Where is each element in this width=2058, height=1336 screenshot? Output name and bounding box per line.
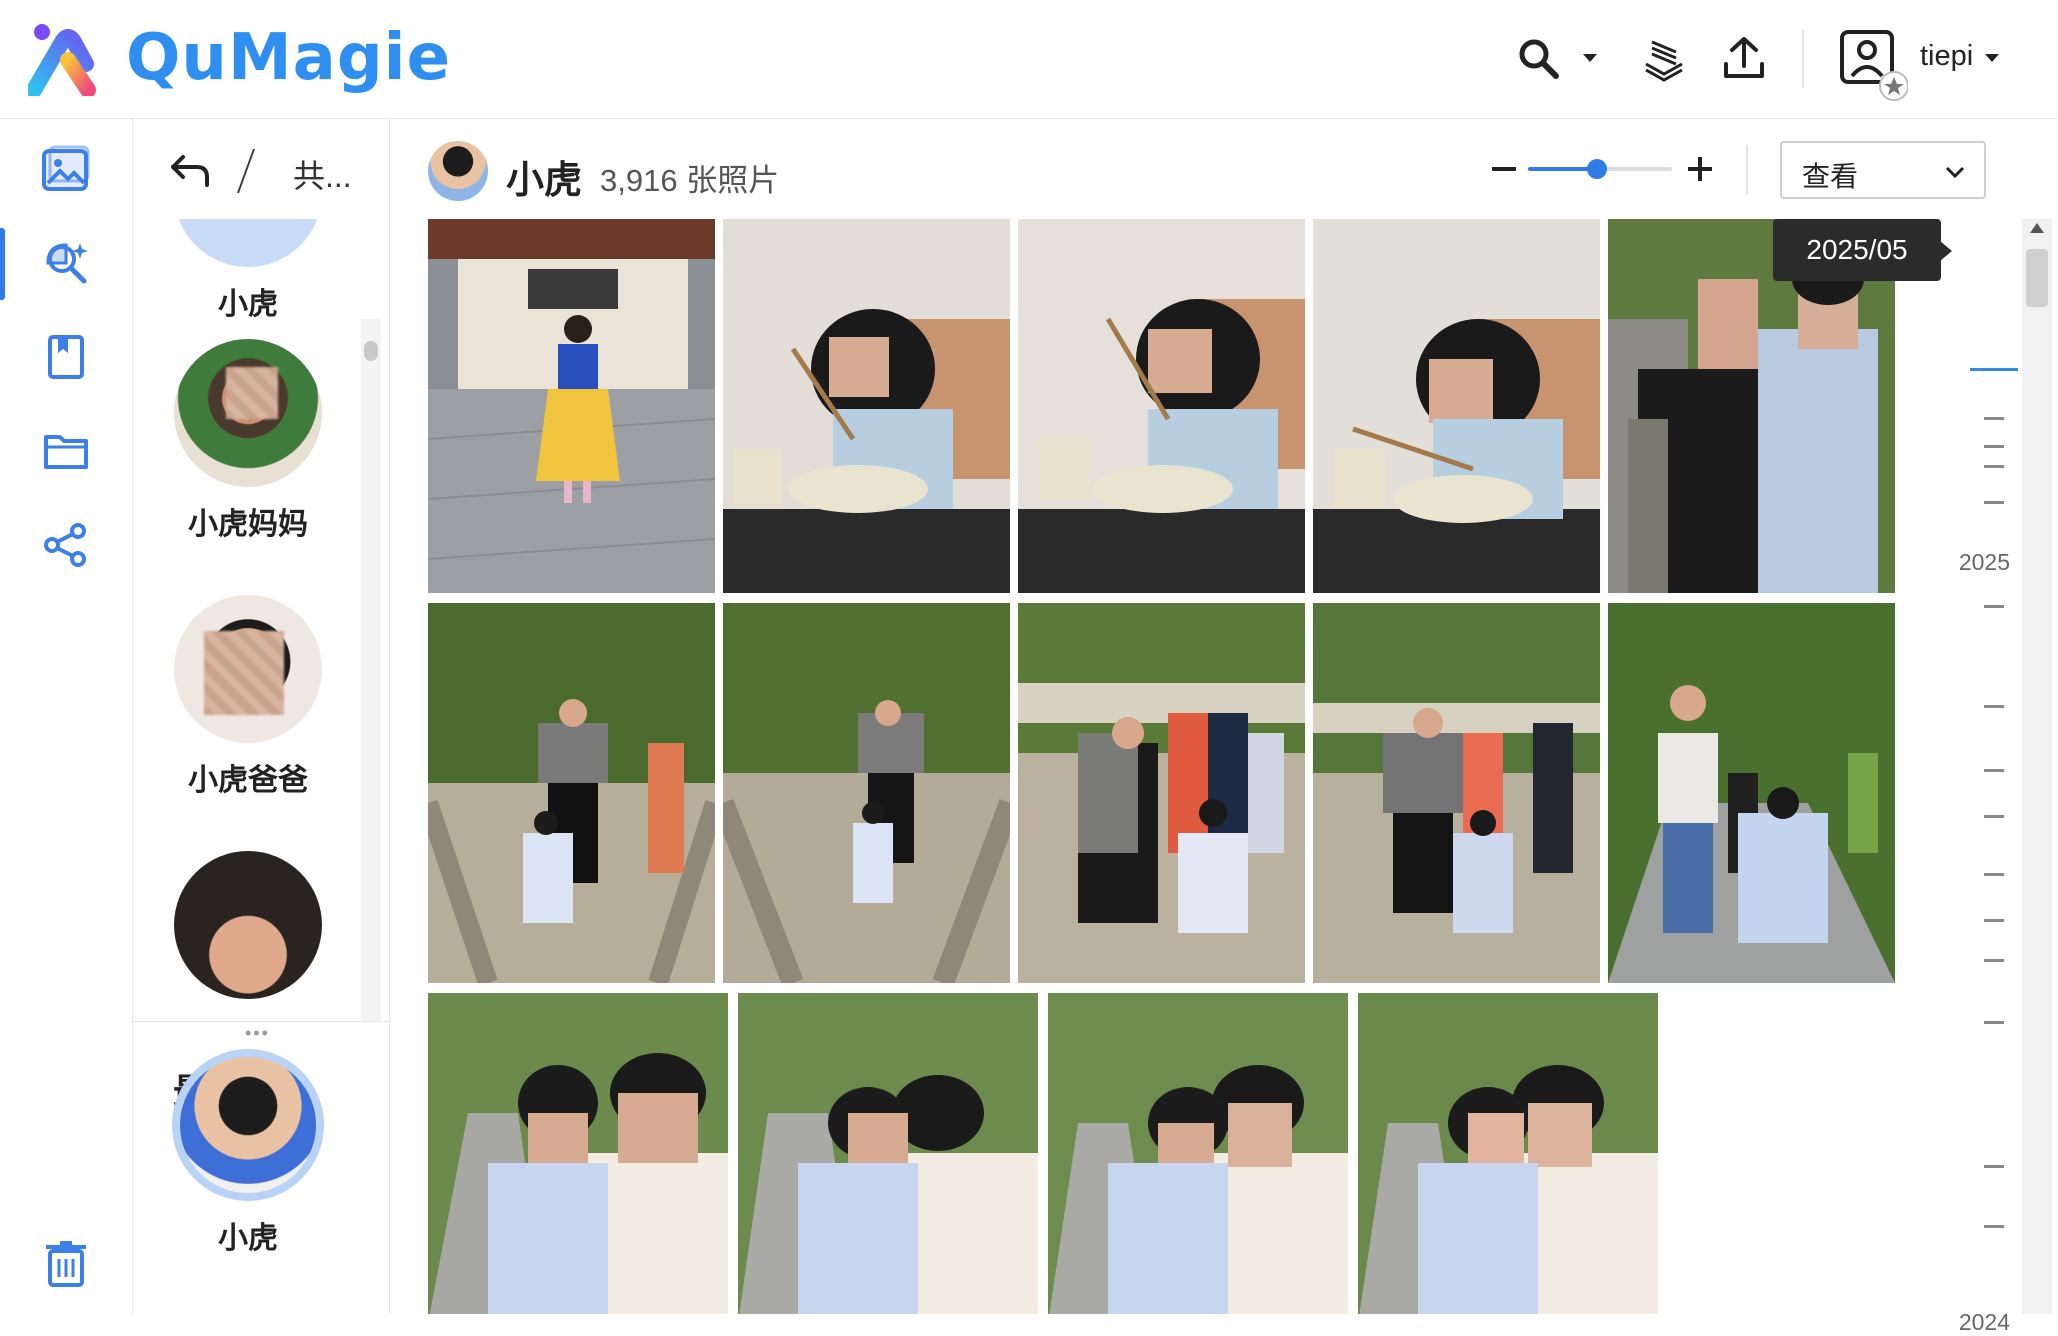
main-content: 小虎 3,916 张照片 查看 2025/05 2025 2024 [390, 119, 2058, 1335]
grid-scrollbar[interactable] [2022, 219, 2052, 1314]
photo-thumbnail[interactable] [738, 993, 1038, 1314]
upload-icon[interactable] [1720, 34, 1768, 82]
toolbar-divider [1802, 30, 1804, 88]
person-card[interactable] [133, 851, 363, 999]
timeline-year[interactable]: 2025 [1938, 549, 2010, 576]
people-list: 小虎 小虎妈妈 小虎爸爸 [133, 219, 389, 1021]
breadcrumb-separator [236, 149, 256, 193]
person-card[interactable]: 小虎妈妈 [133, 339, 363, 543]
share-icon[interactable] [40, 519, 92, 571]
timeline-tick[interactable] [1984, 417, 2004, 420]
zoom-out-icon[interactable] [1488, 153, 1520, 185]
username-label[interactable]: tiepi [1920, 40, 1973, 73]
timeline-tick[interactable] [1984, 1021, 2004, 1024]
people-scroll-track[interactable] [361, 319, 381, 1021]
ai-recognition-icon[interactable] [40, 237, 92, 289]
timeline-tick[interactable] [1984, 445, 2004, 448]
photo-thumbnail[interactable] [1358, 993, 1658, 1314]
photo-count: 3,916 张照片 [600, 163, 780, 198]
timeline-tick[interactable] [1984, 605, 2004, 608]
avatar [174, 851, 322, 999]
top-bar: QuMagie tiepi [0, 0, 2058, 119]
timeline-tick[interactable] [1984, 959, 2004, 962]
timeline-tick[interactable] [1984, 873, 2004, 876]
timeline-tick[interactable] [1984, 501, 2004, 504]
user-profile-icon[interactable] [1838, 28, 1908, 104]
breadcrumb-label[interactable]: 共... [293, 151, 352, 197]
person-title: 小虎 [506, 160, 583, 202]
resize-handle-icon[interactable]: ••• [245, 1023, 270, 1044]
brand-logo[interactable]: QuMagie [28, 20, 451, 96]
view-mode-label: 查看 [1802, 161, 1859, 192]
avatar [174, 339, 322, 487]
back-arrow-icon[interactable] [169, 153, 211, 189]
recent-person-card[interactable]: 小虎 [133, 1049, 363, 1257]
timeline-tick[interactable] [1984, 705, 2004, 708]
search-options-chevron-down-icon[interactable] [1580, 48, 1600, 68]
folder-icon[interactable] [40, 425, 92, 477]
person-name: 小虎 [218, 288, 278, 321]
person-name: 小虎 [218, 1222, 278, 1255]
timeline-tick[interactable] [1984, 1225, 2004, 1228]
person-card[interactable]: 小虎 [133, 219, 363, 323]
person-avatar [428, 141, 488, 201]
timeline-tick[interactable] [1984, 919, 2004, 922]
user-menu-chevron-down-icon[interactable] [1982, 48, 2002, 68]
person-name: 小虎妈妈 [188, 508, 308, 541]
header-divider [1746, 145, 1748, 195]
person-name: 小虎爸爸 [188, 764, 308, 797]
photo-thumbnail[interactable] [428, 993, 728, 1314]
timeline-tick[interactable] [1984, 465, 2004, 468]
qumagie-logo-icon [28, 24, 96, 96]
photo-thumbnail[interactable] [1048, 993, 1348, 1314]
navigation-rail [0, 119, 133, 1314]
photo-thumbnail[interactable] [428, 219, 715, 593]
timeline-year[interactable]: 2024 [1938, 1309, 2010, 1336]
avatar [174, 219, 322, 267]
panel-header: 共... [133, 119, 389, 219]
timeline-tick[interactable] [1984, 1165, 2004, 1168]
grid-scroll-thumb[interactable] [2026, 249, 2048, 307]
photo-grid [428, 219, 1948, 1314]
avatar [174, 595, 322, 743]
scroll-up-arrow-icon[interactable] [2030, 223, 2044, 233]
timeline-current-marker [1970, 368, 2018, 371]
photo-thumbnail[interactable] [1313, 603, 1600, 983]
brand-name: QuMagie [126, 21, 451, 95]
panel-splitter[interactable] [133, 1021, 389, 1022]
chevron-down-icon [1945, 166, 1965, 179]
background-tasks-icon[interactable] [1640, 34, 1688, 82]
photo-thumbnail[interactable] [723, 219, 1010, 593]
zoom-in-icon[interactable] [1684, 153, 1716, 185]
people-panel: 共... 小虎 小虎妈妈 小虎爸爸 ••• 最近 小虎 [133, 119, 390, 1314]
timeline-tick[interactable] [1984, 815, 2004, 818]
zoom-slider-knob[interactable] [1587, 159, 1608, 179]
avatar [172, 1049, 324, 1201]
photo-thumbnail[interactable] [1018, 219, 1305, 593]
timeline-tick[interactable] [1984, 769, 2004, 772]
photo-thumbnail[interactable] [428, 603, 715, 983]
photo-thumbnail[interactable] [723, 603, 1010, 983]
trash-icon[interactable] [40, 1237, 92, 1289]
photo-thumbnail[interactable] [1608, 603, 1895, 983]
photo-thumbnail[interactable] [1313, 219, 1600, 593]
rail-active-indicator [0, 228, 5, 300]
people-scroll-thumb[interactable] [364, 341, 378, 361]
search-icon[interactable] [1514, 34, 1562, 82]
photos-icon[interactable] [40, 143, 92, 195]
date-tooltip: 2025/05 [1773, 219, 1941, 281]
person-card[interactable]: 小虎爸爸 [133, 595, 363, 799]
photo-thumbnail[interactable] [1018, 603, 1305, 983]
content-header: 小虎 3,916 张照片 查看 [390, 119, 2058, 219]
album-icon[interactable] [40, 331, 92, 383]
view-mode-select[interactable]: 查看 [1780, 141, 1986, 199]
